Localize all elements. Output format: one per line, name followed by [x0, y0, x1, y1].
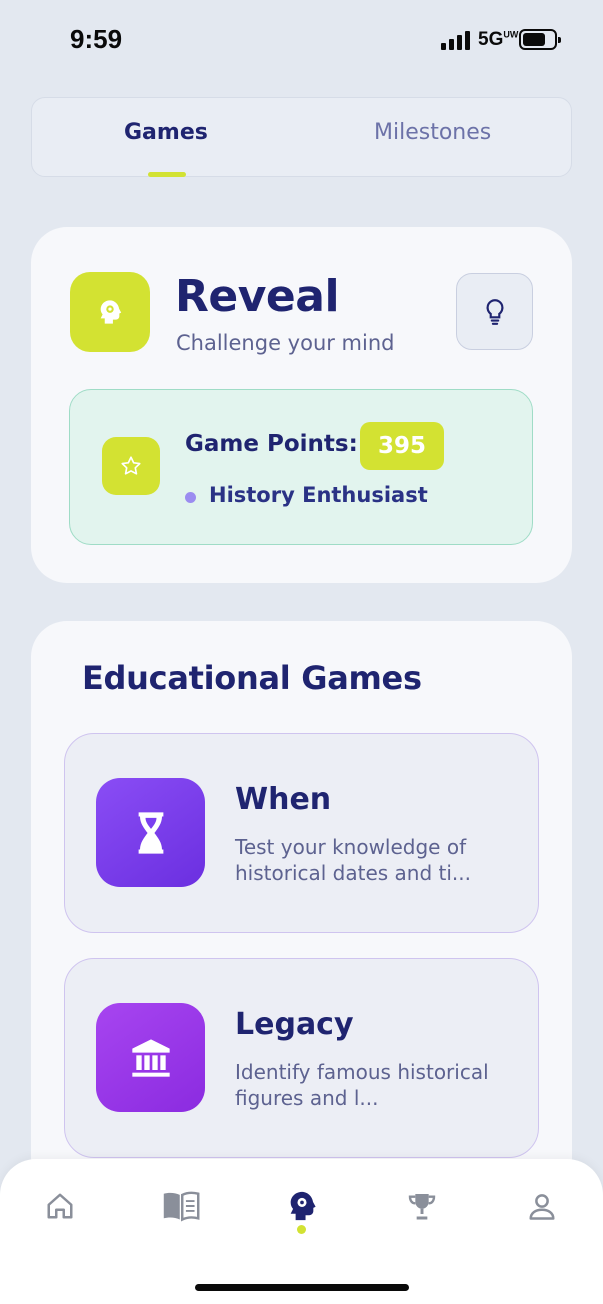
game-card-legacy[interactable]: Legacy Identify famous historical figure… [64, 958, 539, 1158]
status-bar: 9:59 5GUW [0, 0, 603, 80]
tab-milestones[interactable]: Milestones [374, 120, 491, 145]
game-title: When [235, 782, 332, 817]
profile-icon [529, 1194, 555, 1220]
hourglass-icon [96, 778, 205, 887]
rank-label: History Enthusiast [209, 483, 428, 507]
page-title: Reveal [175, 271, 340, 322]
brain-gear-icon [290, 1191, 316, 1221]
game-title: Legacy [235, 1007, 354, 1042]
active-nav-indicator [297, 1225, 306, 1234]
book-icon [163, 1191, 200, 1222]
tab-bar: Games Milestones [31, 97, 572, 177]
lightbulb-button[interactable] [456, 273, 533, 350]
lightbulb-icon [486, 298, 503, 325]
signal-icon [441, 30, 470, 50]
nav-profile[interactable] [517, 1181, 567, 1231]
game-description: Identify famous historical figures and l… [235, 1060, 489, 1110]
network-label: 5GUW [478, 29, 519, 50]
tab-games[interactable]: Games [124, 120, 208, 145]
home-indicator [195, 1284, 409, 1291]
brain-gear-icon [70, 272, 150, 352]
page-subtitle: Challenge your mind [176, 331, 395, 355]
trophy-icon [408, 1194, 436, 1220]
bottom-nav [0, 1159, 603, 1304]
museum-icon [96, 1003, 205, 1112]
home-icon [47, 1193, 73, 1219]
nav-library[interactable] [156, 1181, 206, 1231]
status-time: 9:59 [70, 24, 123, 54]
header-card: Reveal Challenge your mind Game Points: … [31, 227, 572, 583]
section-title: Educational Games [82, 659, 422, 697]
points-label: Game Points: [185, 431, 358, 457]
game-points-panel: Game Points: 395 History Enthusiast [69, 389, 533, 545]
active-tab-indicator [148, 172, 186, 177]
battery-icon [519, 29, 561, 50]
nav-achievements[interactable] [397, 1181, 447, 1231]
nav-games[interactable] [277, 1181, 327, 1231]
game-description: Test your knowledge of historical dates … [235, 835, 472, 885]
nav-home[interactable] [35, 1181, 85, 1231]
game-card-when[interactable]: When Test your knowledge of historical d… [64, 733, 539, 933]
star-icon [102, 437, 160, 495]
rank-dot [185, 492, 196, 503]
points-value: 395 [360, 422, 445, 470]
